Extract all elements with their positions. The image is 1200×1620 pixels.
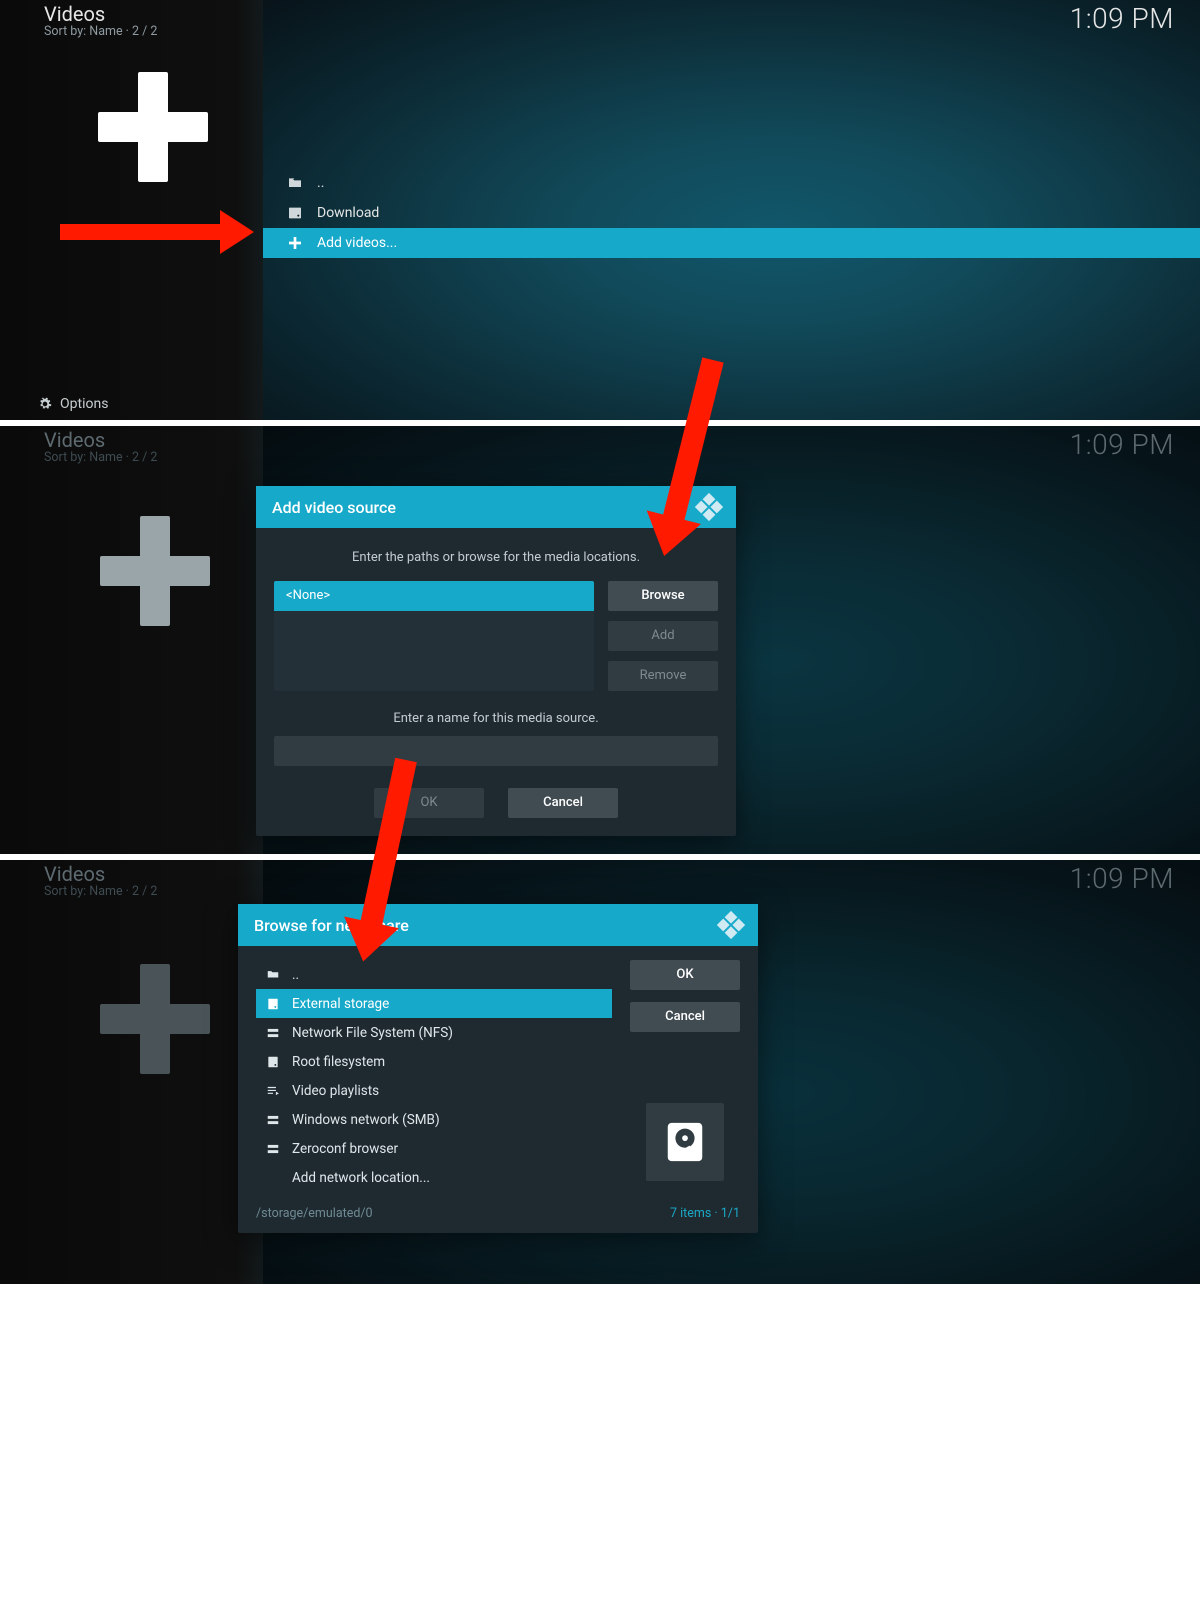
remove-path-button[interactable]: Remove [608, 661, 718, 691]
page-title: Videos [44, 862, 105, 886]
row-label: External storage [292, 996, 389, 1012]
row-label: Add videos... [317, 235, 397, 251]
drive-thumbnail [646, 1103, 724, 1181]
sort-subtitle: Sort by: Name · 2 / 2 [44, 450, 157, 465]
ok-button[interactable]: OK [630, 960, 740, 990]
add-path-button[interactable]: Add [608, 621, 718, 651]
browse-row-add-network[interactable]: Add network location... [256, 1163, 612, 1192]
folder-icon [287, 175, 303, 191]
browse-row-root[interactable]: Root filesystem [256, 1047, 612, 1076]
kodi-logo-icon [715, 909, 746, 940]
browse-row-nfs[interactable]: Network File System (NFS) [256, 1018, 612, 1047]
folder-up-icon [266, 968, 280, 982]
sort-subtitle: Sort by: Name · 2 / 2 [44, 24, 157, 39]
path-list[interactable]: <None> [274, 581, 594, 691]
row-label: Add network location... [292, 1170, 430, 1186]
dialog-header: Browse for new share [238, 904, 758, 946]
plus-icon [100, 516, 210, 626]
sidebar: Videos Sort by: Name · 2 / 2 [0, 860, 263, 1284]
clock: 1:09 PM [1070, 862, 1174, 895]
sort-subtitle: Sort by: Name · 2 / 2 [44, 884, 157, 899]
page-title: Videos [44, 428, 105, 452]
page-title: Videos [44, 2, 105, 26]
network-icon [266, 1026, 280, 1040]
cancel-button[interactable]: Cancel [508, 788, 618, 818]
panel-1-add-videos: Videos Sort by: Name · 2 / 2 Options .. … [0, 0, 1200, 420]
drive-icon [266, 997, 280, 1011]
dialog-browse-share: Browse for new share .. External storage… [238, 904, 758, 1233]
playlist-icon [266, 1084, 280, 1098]
browse-row-video-playlists[interactable]: Video playlists [256, 1076, 612, 1105]
status-path: /storage/emulated/0 [256, 1206, 373, 1221]
browse-row-external-storage[interactable]: External storage [256, 989, 612, 1018]
sidebar: Videos Sort by: Name · 2 / 2 [0, 426, 263, 854]
list-row-parent[interactable]: .. [263, 168, 1200, 198]
status-bar: /storage/emulated/0 7 items · 1/1 [238, 1200, 758, 1233]
browse-row-smb[interactable]: Windows network (SMB) [256, 1105, 612, 1134]
panel-2-add-source-dialog: Videos Sort by: Name · 2 / 2 1:09 PM Add… [0, 426, 1200, 854]
blank-icon [266, 1171, 280, 1185]
path-row-none[interactable]: <None> [274, 581, 594, 611]
status-items: 7 items · 1/1 [670, 1206, 740, 1221]
plus-icon [98, 72, 208, 182]
options-button[interactable]: Options [38, 396, 108, 412]
row-label: .. [292, 967, 299, 983]
plus-icon [100, 964, 210, 1074]
list-row-download[interactable]: Download [263, 198, 1200, 228]
kodi-logo-icon [693, 491, 724, 522]
disk-icon [287, 205, 303, 221]
row-label: Network File System (NFS) [292, 1025, 453, 1041]
gear-icon [38, 397, 52, 411]
row-label: Video playlists [292, 1083, 379, 1099]
annotation-arrow-1 [60, 224, 222, 240]
browse-row-parent[interactable]: .. [256, 960, 612, 989]
plus-small-icon [287, 235, 303, 251]
row-label: Download [317, 205, 379, 221]
row-label: Zeroconf browser [292, 1141, 398, 1157]
file-list: .. External storage Network File System … [256, 960, 612, 1192]
panel-3-browse-share: Videos Sort by: Name · 2 / 2 1:09 PM Bro… [0, 860, 1200, 1284]
main-content: .. Download Add videos... [263, 0, 1200, 420]
row-label: Root filesystem [292, 1054, 385, 1070]
browse-row-zeroconf[interactable]: Zeroconf browser [256, 1134, 612, 1163]
dialog-title: Add video source [272, 498, 396, 517]
network-icon [266, 1142, 280, 1156]
cancel-button[interactable]: Cancel [630, 1002, 740, 1032]
dialog-body: Enter the paths or browse for the media … [256, 528, 736, 836]
browse-button[interactable]: Browse [608, 581, 718, 611]
clock: 1:09 PM [1070, 428, 1174, 461]
network-icon [266, 1113, 280, 1127]
name-message: Enter a name for this media source. [274, 711, 718, 726]
row-label: Windows network (SMB) [292, 1112, 440, 1128]
row-label: .. [317, 175, 324, 191]
list-row-add-videos[interactable]: Add videos... [263, 228, 1200, 258]
options-label: Options [60, 396, 108, 412]
drive-icon [266, 1055, 280, 1069]
clock: 1:09 PM [1070, 2, 1174, 35]
source-name-input[interactable] [274, 736, 718, 766]
